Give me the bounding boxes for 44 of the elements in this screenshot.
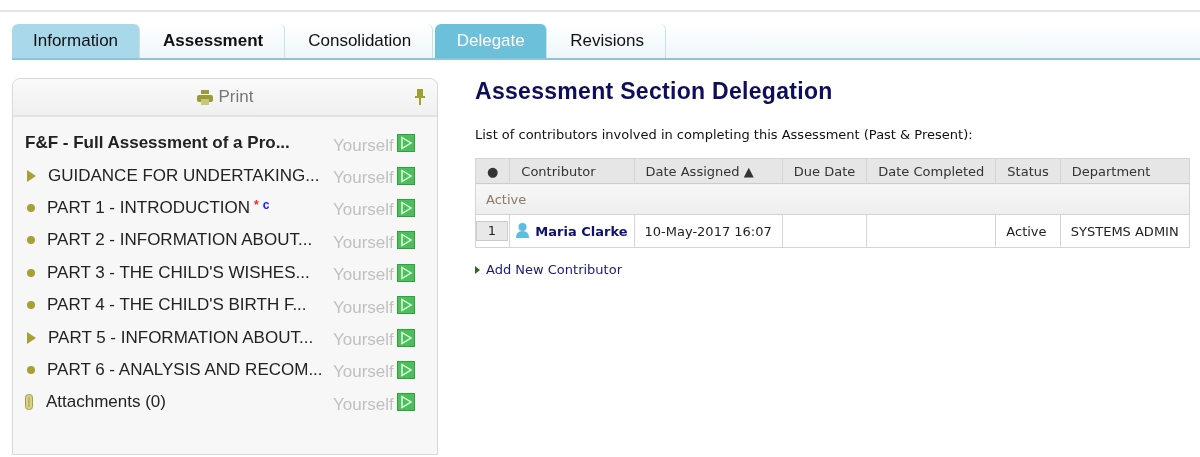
play-icon[interactable] xyxy=(396,296,415,315)
play-icon[interactable] xyxy=(396,360,415,379)
bullet-icon xyxy=(27,301,35,310)
column-header[interactable]: Date Completed xyxy=(866,158,996,184)
expand-icon xyxy=(475,265,480,274)
play-icon[interactable] xyxy=(396,198,415,217)
tab[interactable]: Information xyxy=(12,24,141,58)
bullet-icon xyxy=(27,236,35,245)
bullet-icon xyxy=(27,365,35,374)
print-button[interactable]: Print xyxy=(192,85,258,109)
marker: c xyxy=(262,197,270,212)
play-icon[interactable] xyxy=(396,231,415,250)
pin-icon[interactable] xyxy=(415,89,425,105)
column-header[interactable]: ● xyxy=(475,158,510,184)
expand-icon xyxy=(27,331,36,344)
printer-icon xyxy=(196,89,213,105)
page-title: Assessment Section Delegation xyxy=(475,78,834,105)
tab[interactable]: Consolidation xyxy=(287,24,434,58)
person-icon xyxy=(516,223,530,238)
play-icon[interactable] xyxy=(396,263,415,282)
play-icon[interactable] xyxy=(396,393,415,412)
play-icon[interactable] xyxy=(396,166,415,185)
bullet-icon xyxy=(27,268,35,277)
bullet-icon xyxy=(27,203,35,212)
column-header[interactable]: Status xyxy=(995,158,1061,184)
tab[interactable]: Revisions xyxy=(549,24,666,58)
group-row: Active xyxy=(475,183,1190,215)
intro-text: List of contributors involved in completing this Assessment (Past & Present): xyxy=(475,127,974,142)
row-number: 1 xyxy=(476,221,508,241)
column-header[interactable]: Department xyxy=(1060,158,1190,184)
play-icon[interactable] xyxy=(396,328,415,347)
table-cell: SYSTEMS ADMIN xyxy=(1060,214,1190,248)
table-cell: Active xyxy=(995,214,1061,248)
column-header[interactable]: Contributor xyxy=(509,158,634,184)
paperclip-icon xyxy=(25,394,33,411)
expand-icon xyxy=(27,169,36,182)
contributor-link[interactable]: Maria Clarke xyxy=(535,224,628,239)
column-header[interactable]: Due Date xyxy=(782,158,867,184)
add-contributor-link[interactable]: Add New Contributor xyxy=(486,262,622,277)
table-cell: 10-May-2017 16:07 xyxy=(634,214,783,248)
play-icon[interactable] xyxy=(396,134,415,153)
marker: * xyxy=(254,197,259,212)
column-header[interactable]: Date Assigned ▲ xyxy=(634,158,783,184)
tab[interactable]: Assessment xyxy=(142,24,286,58)
